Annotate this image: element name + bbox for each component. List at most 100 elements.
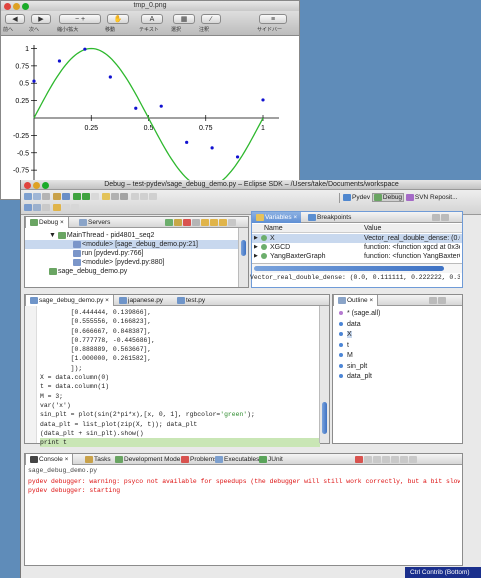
debug-tree-item[interactable]: run [pydevd.py:766] bbox=[25, 249, 238, 258]
variable-row[interactable]: ▶ YangBaxterGraph function: <function Yang… bbox=[252, 252, 462, 261]
close-window-icon[interactable] bbox=[4, 3, 11, 10]
debug-tree-item[interactable]: ▼ MainThread - pid4801_seq2 bbox=[25, 231, 238, 240]
code-line[interactable]: data_plt = list_plot(zip(X, t)); data_pl… bbox=[40, 420, 320, 429]
expand-arrow-icon[interactable]: ▶ bbox=[254, 234, 258, 243]
minimize-window-icon[interactable] bbox=[33, 182, 40, 189]
code-line[interactable]: [0.888889, 0.563667], bbox=[40, 345, 320, 354]
debug-tree-item[interactable]: <module> [pydevd.py:880] bbox=[25, 258, 238, 267]
forward-icon[interactable] bbox=[148, 193, 157, 200]
resume-icon[interactable] bbox=[165, 219, 173, 226]
view-menu-icon[interactable] bbox=[228, 219, 236, 226]
expand-arrow-icon[interactable]: ▶ bbox=[254, 252, 258, 261]
code-line[interactable]: sin_plt = plot(sin(2*pi*x),[x, 0, 1], rg… bbox=[40, 410, 320, 419]
tab-sage-debug-demo[interactable]: sage_debug_demo.py × bbox=[25, 295, 114, 306]
search-icon[interactable] bbox=[110, 193, 119, 200]
toolbar-button-3[interactable]: ✋ bbox=[107, 14, 129, 24]
save-icon[interactable] bbox=[33, 193, 41, 200]
new-file-icon[interactable] bbox=[24, 193, 32, 200]
view-menu-icon[interactable] bbox=[441, 214, 449, 221]
outline-item[interactable]: X bbox=[339, 330, 449, 341]
code-line[interactable]: M = 3; bbox=[40, 392, 320, 401]
outline-item[interactable]: data_plt bbox=[339, 372, 449, 383]
suspend-icon[interactable] bbox=[174, 219, 182, 226]
toolbar-button-1[interactable]: ▶ bbox=[31, 14, 51, 24]
link-icon[interactable] bbox=[42, 204, 50, 211]
editor-scrollbar[interactable] bbox=[319, 306, 329, 443]
close-window-icon[interactable] bbox=[24, 182, 31, 189]
editor-gutter[interactable] bbox=[25, 306, 37, 443]
code-line[interactable]: ]); bbox=[40, 364, 320, 373]
debug-tree-item[interactable]: <module> [sage_debug_demo.py:21] bbox=[25, 240, 238, 249]
minimize-window-icon[interactable] bbox=[13, 3, 20, 10]
outline-item[interactable]: * (sage.all) bbox=[339, 309, 449, 320]
layout-icon[interactable] bbox=[33, 204, 41, 211]
code-line[interactable]: (data_plt + sin_plt).show() bbox=[40, 429, 320, 438]
debug-tree-item[interactable]: sage_debug_demo.py bbox=[25, 267, 238, 276]
zoom-window-icon[interactable] bbox=[42, 182, 49, 189]
code-line[interactable]: X = data.column(0) bbox=[40, 373, 320, 382]
tab-variables[interactable]: Variables × bbox=[252, 212, 302, 223]
toolbar-button-6[interactable]: ∕ bbox=[201, 14, 221, 24]
clear-console-icon[interactable] bbox=[373, 456, 381, 463]
print-icon[interactable] bbox=[42, 193, 50, 200]
tab-test[interactable]: test.py bbox=[173, 295, 209, 306]
outline-item[interactable]: sin_plt bbox=[339, 362, 449, 373]
perspective-pydev[interactable]: Pydev bbox=[343, 194, 370, 201]
code-line[interactable]: [0.444444, 0.139866], bbox=[40, 308, 320, 317]
toolbar-button-5[interactable]: ▦ bbox=[173, 14, 195, 24]
step-into-icon[interactable] bbox=[201, 219, 209, 226]
variable-row[interactable]: ▶ X Vector_real_double_dense: (0.0, 0.111.… bbox=[252, 234, 462, 243]
console-output[interactable]: pydev debugger: warning: psyco not avail… bbox=[28, 477, 460, 496]
collapse-all-icon[interactable] bbox=[432, 214, 440, 221]
tab-breakpoints[interactable]: Breakpoints bbox=[304, 212, 355, 223]
step-over-icon[interactable] bbox=[210, 219, 218, 226]
toolbar-button-7[interactable]: ≡ bbox=[259, 14, 287, 24]
open-console-icon[interactable] bbox=[409, 456, 417, 463]
remove-launch-icon[interactable] bbox=[364, 456, 372, 463]
navigate-back-icon[interactable] bbox=[61, 204, 70, 211]
status-badge[interactable]: Ctrl Contrib (Bottom) bbox=[405, 567, 481, 578]
variables-hscroll[interactable] bbox=[252, 263, 462, 273]
expand-arrow-icon[interactable]: ▼ bbox=[49, 232, 58, 239]
package-icon[interactable] bbox=[52, 193, 61, 200]
toolbar-button-0[interactable]: ◀ bbox=[5, 14, 25, 24]
zoom-window-icon[interactable] bbox=[22, 3, 29, 10]
perspective-svn[interactable]: SVN Reposit... bbox=[405, 194, 458, 201]
display-console-icon[interactable] bbox=[400, 456, 408, 463]
step-return-icon[interactable] bbox=[219, 219, 227, 226]
disconnect-icon[interactable] bbox=[192, 219, 200, 226]
code-line[interactable]: [0.777778, -0.445686], bbox=[40, 336, 320, 345]
console-icon[interactable] bbox=[61, 193, 70, 200]
outline-item[interactable]: data bbox=[339, 320, 449, 331]
perspective-debug[interactable]: Debug bbox=[371, 193, 405, 203]
tab-servers[interactable]: Servers bbox=[75, 217, 114, 228]
terminate-console-icon[interactable] bbox=[355, 456, 363, 463]
code-line[interactable]: t = data.column(1) bbox=[40, 382, 320, 391]
minimize-view-icon[interactable] bbox=[429, 297, 437, 304]
pin-icon[interactable] bbox=[119, 193, 128, 200]
expand-arrow-icon[interactable]: ▶ bbox=[254, 243, 258, 252]
outline-item[interactable]: t bbox=[339, 341, 449, 352]
tab-japanese[interactable]: japanese.py bbox=[115, 295, 167, 306]
new-window-icon[interactable] bbox=[24, 204, 32, 211]
maximize-view-icon[interactable] bbox=[438, 297, 446, 304]
annotation-icon[interactable] bbox=[130, 193, 139, 200]
back-icon[interactable] bbox=[139, 193, 148, 200]
code-line[interactable]: [0.666667, 0.848387], bbox=[40, 327, 320, 336]
value-column-header[interactable]: Value bbox=[364, 224, 381, 232]
terminate-icon[interactable] bbox=[183, 219, 191, 226]
code-line[interactable]: var('x') bbox=[40, 401, 320, 410]
debug-scrollbar[interactable] bbox=[238, 228, 248, 287]
debug-run-icon[interactable] bbox=[72, 193, 81, 200]
variable-row[interactable]: ▶ XGCD function: <function xgcd at 0x3e3f.… bbox=[252, 243, 462, 252]
code-line[interactable]: print t bbox=[40, 438, 320, 448]
external-tools-icon[interactable] bbox=[90, 193, 99, 200]
outline-item[interactable]: M bbox=[339, 351, 449, 362]
toolbar-button-4[interactable]: A bbox=[141, 14, 163, 24]
open-folder-icon[interactable] bbox=[101, 193, 110, 200]
code-area[interactable]: [0.444444, 0.139866], [0.555556, 0.16682… bbox=[40, 308, 320, 448]
code-line[interactable]: [0.555556, 0.166823], bbox=[40, 317, 320, 326]
name-column-header[interactable]: Name bbox=[264, 224, 283, 232]
scroll-lock-icon[interactable] bbox=[382, 456, 390, 463]
run-icon[interactable] bbox=[81, 193, 90, 200]
